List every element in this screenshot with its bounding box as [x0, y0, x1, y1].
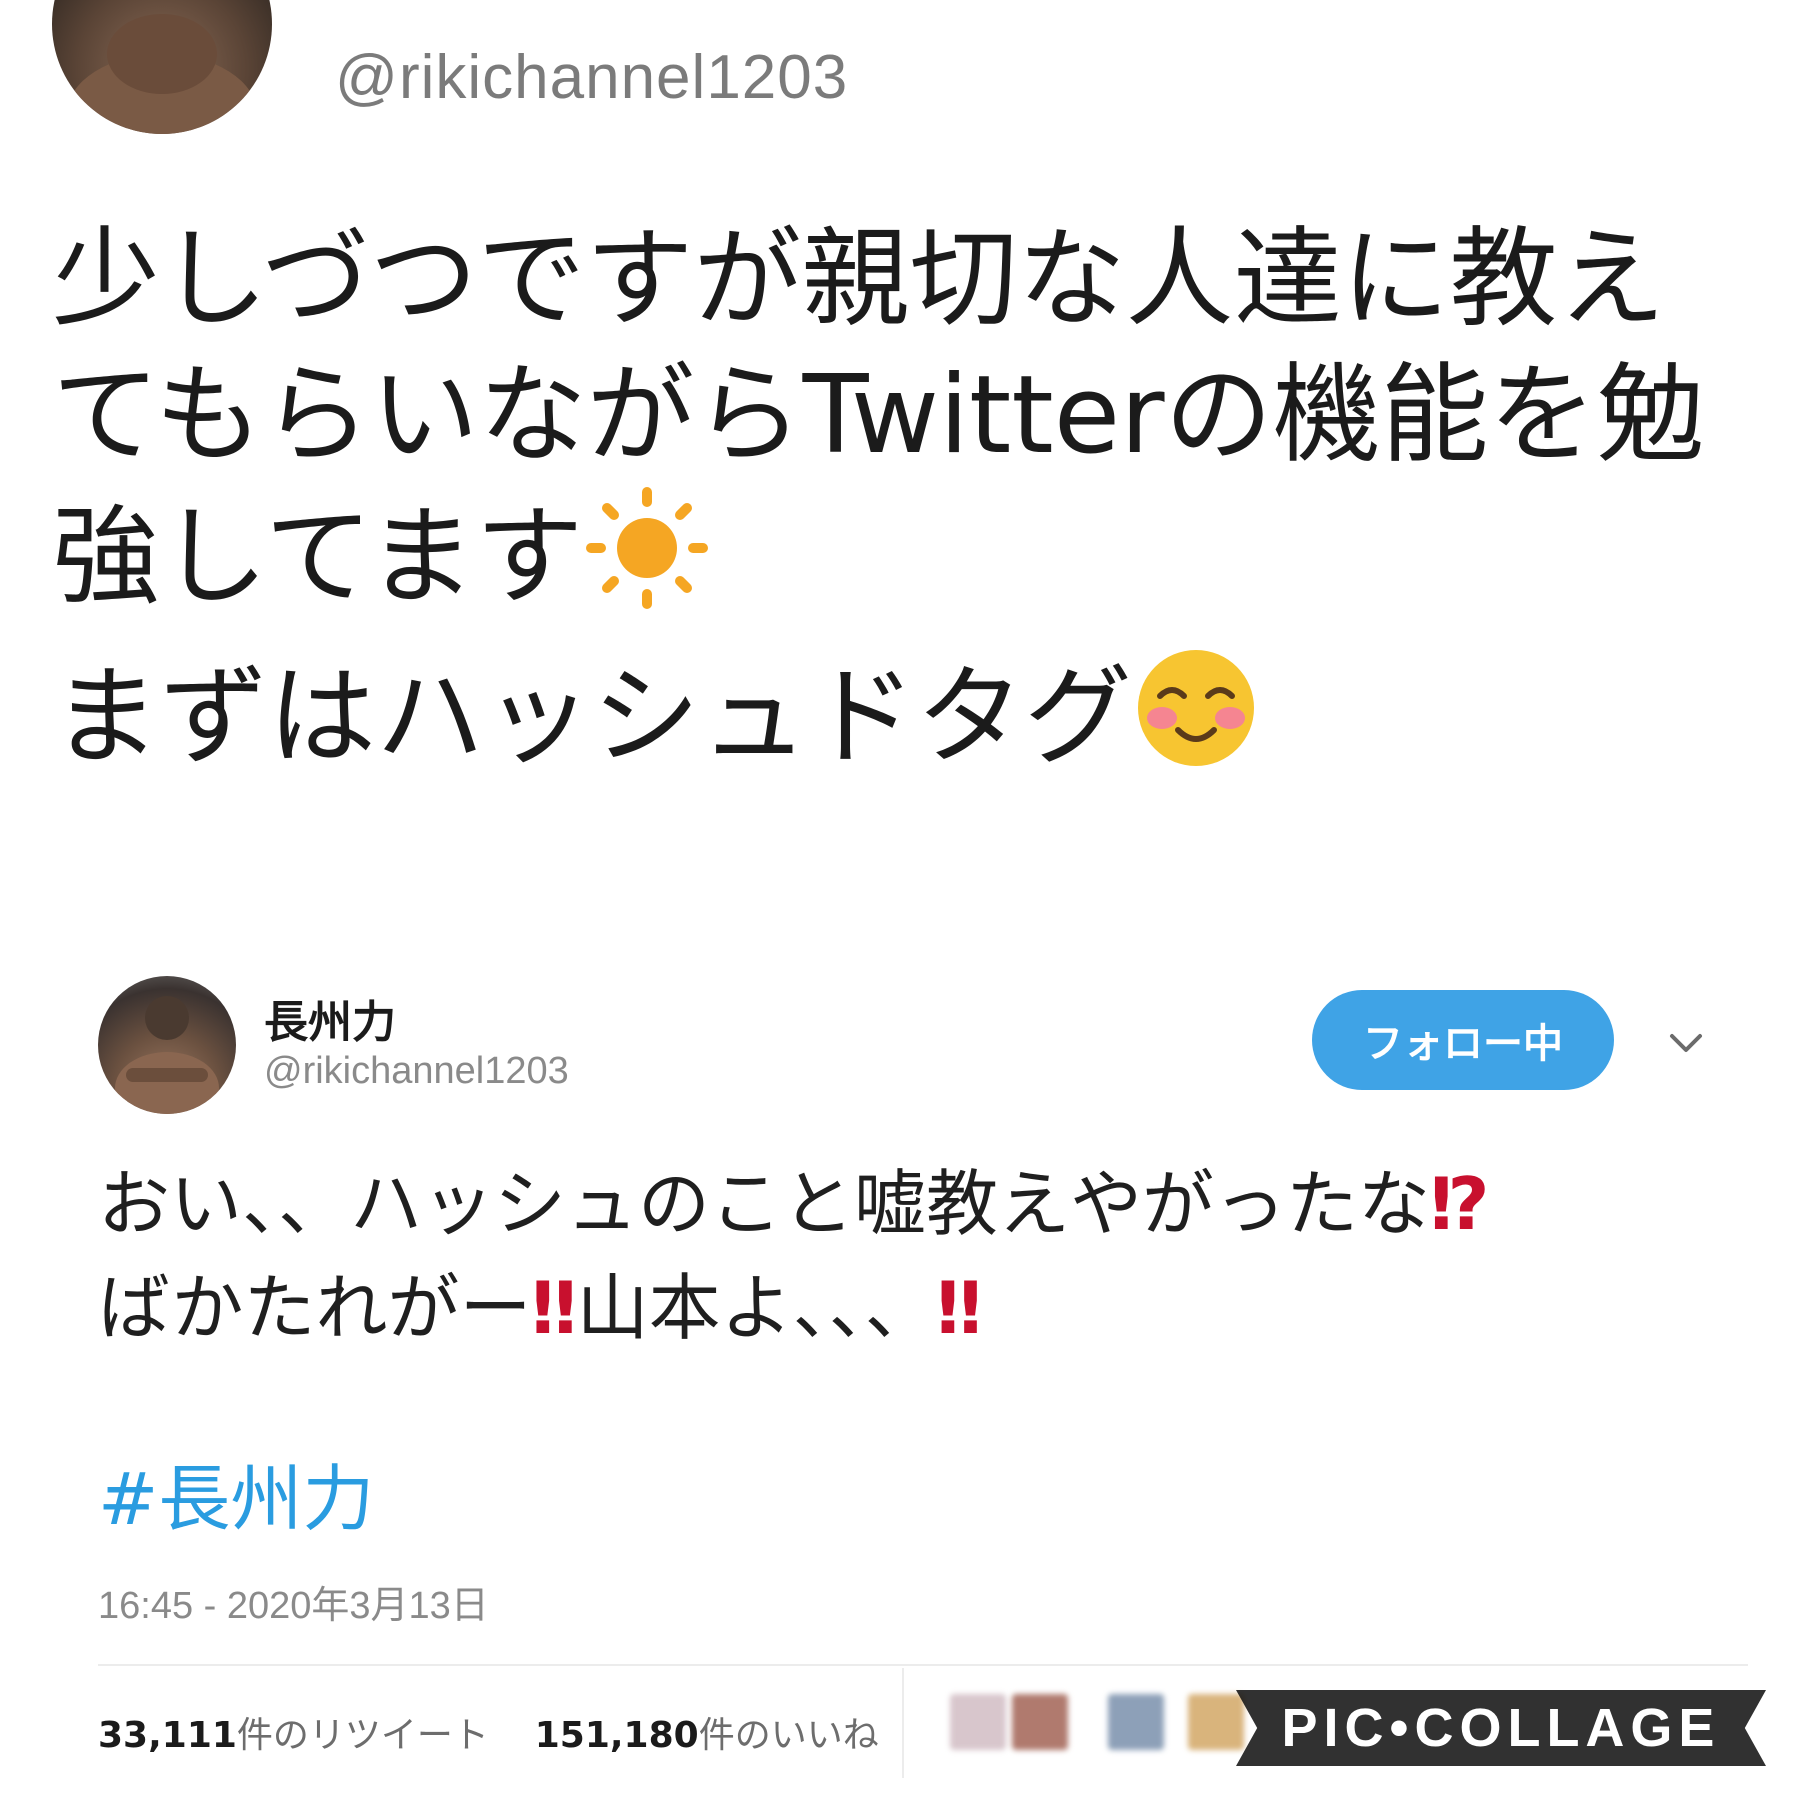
engagement-stats: 33,111件のリツイート 151,180件のいいね — [98, 1706, 879, 1758]
smiling-face-blush-icon — [1132, 644, 1260, 804]
liker-avatars[interactable] — [950, 1694, 1250, 1754]
top-tweet-handle: @rikichannel1203 — [335, 43, 849, 112]
tweet-line-1-text: おい、、ハッシュのこと嘘教えやがったな — [98, 1162, 1431, 1246]
top-tweet-text: 少しづつですが親切な人達に教え てもらいながらTwitterの機能を勉 強してま… — [52, 212, 1752, 804]
avatar[interactable] — [98, 976, 236, 1114]
liker-avatar[interactable] — [1108, 1694, 1164, 1750]
chevron-down-icon[interactable] — [1664, 1020, 1708, 1064]
top-tweet-line-4: まずはハッシュドタグ — [52, 644, 1752, 804]
hashtag-link[interactable]: #長州力 — [98, 1440, 374, 1545]
retweets-stat[interactable]: 33,111件のリツイート — [98, 1715, 489, 1756]
likes-count: 151,180 — [534, 1715, 699, 1756]
liker-avatar[interactable] — [1012, 1694, 1068, 1750]
following-button[interactable]: フォロー中 — [1312, 990, 1614, 1090]
tweet-line-2: ばかたれがー‼山本よ、、、‼ — [98, 1256, 1718, 1360]
retweets-count: 33,111 — [98, 1715, 237, 1756]
timestamp[interactable]: 16:45 - 2020年3月13日 — [98, 1574, 489, 1629]
tweet-line-1: おい、、ハッシュのこと嘘教えやがったな⁉ — [98, 1152, 1718, 1256]
likes-label: 件のいいね — [698, 1715, 879, 1756]
pic-collage-watermark: PIC•COLLAGE — [1236, 1690, 1766, 1766]
display-name[interactable]: 長州力 — [264, 986, 396, 1050]
divider — [902, 1668, 904, 1778]
divider — [98, 1664, 1748, 1666]
sun-icon — [583, 484, 711, 644]
double-exclamation-mark: ‼ — [531, 1266, 577, 1350]
liker-avatar[interactable] — [950, 1694, 1006, 1750]
likes-stat[interactable]: 151,180件のいいね — [535, 1715, 879, 1756]
liker-avatar[interactable] — [1188, 1694, 1244, 1750]
avatar-photo — [67, 14, 257, 134]
top-tweet-line-1: 少しづつですが親切な人達に教え — [52, 217, 1666, 342]
double-exclamation-mark: ‼ — [936, 1266, 982, 1350]
top-tweet-line-4-text: まずはハッシュドタグ — [52, 654, 1133, 780]
tweet-text: おい、、ハッシュのこと嘘教えやがったな⁉ ばかたれがー‼山本よ、、、‼ — [98, 1152, 1718, 1360]
exclamation-question-mark: ⁉ — [1430, 1162, 1490, 1246]
top-tweet-line-3-text: 強してます — [52, 494, 584, 620]
user-handle[interactable]: @rikichannel1203 — [264, 1050, 569, 1093]
tweet-line-2-part1: ばかたれがー — [98, 1266, 532, 1350]
avatar-photo — [115, 996, 219, 1114]
tweet-line-2-part2: 山本よ、、、 — [576, 1266, 937, 1350]
retweets-label: 件のリツイート — [236, 1715, 489, 1756]
top-tweet-line-2: てもらいながらTwitterの機能を勉 — [52, 353, 1705, 478]
avatar[interactable] — [52, 0, 272, 134]
top-tweet-line-3: 強してます — [52, 484, 1752, 644]
